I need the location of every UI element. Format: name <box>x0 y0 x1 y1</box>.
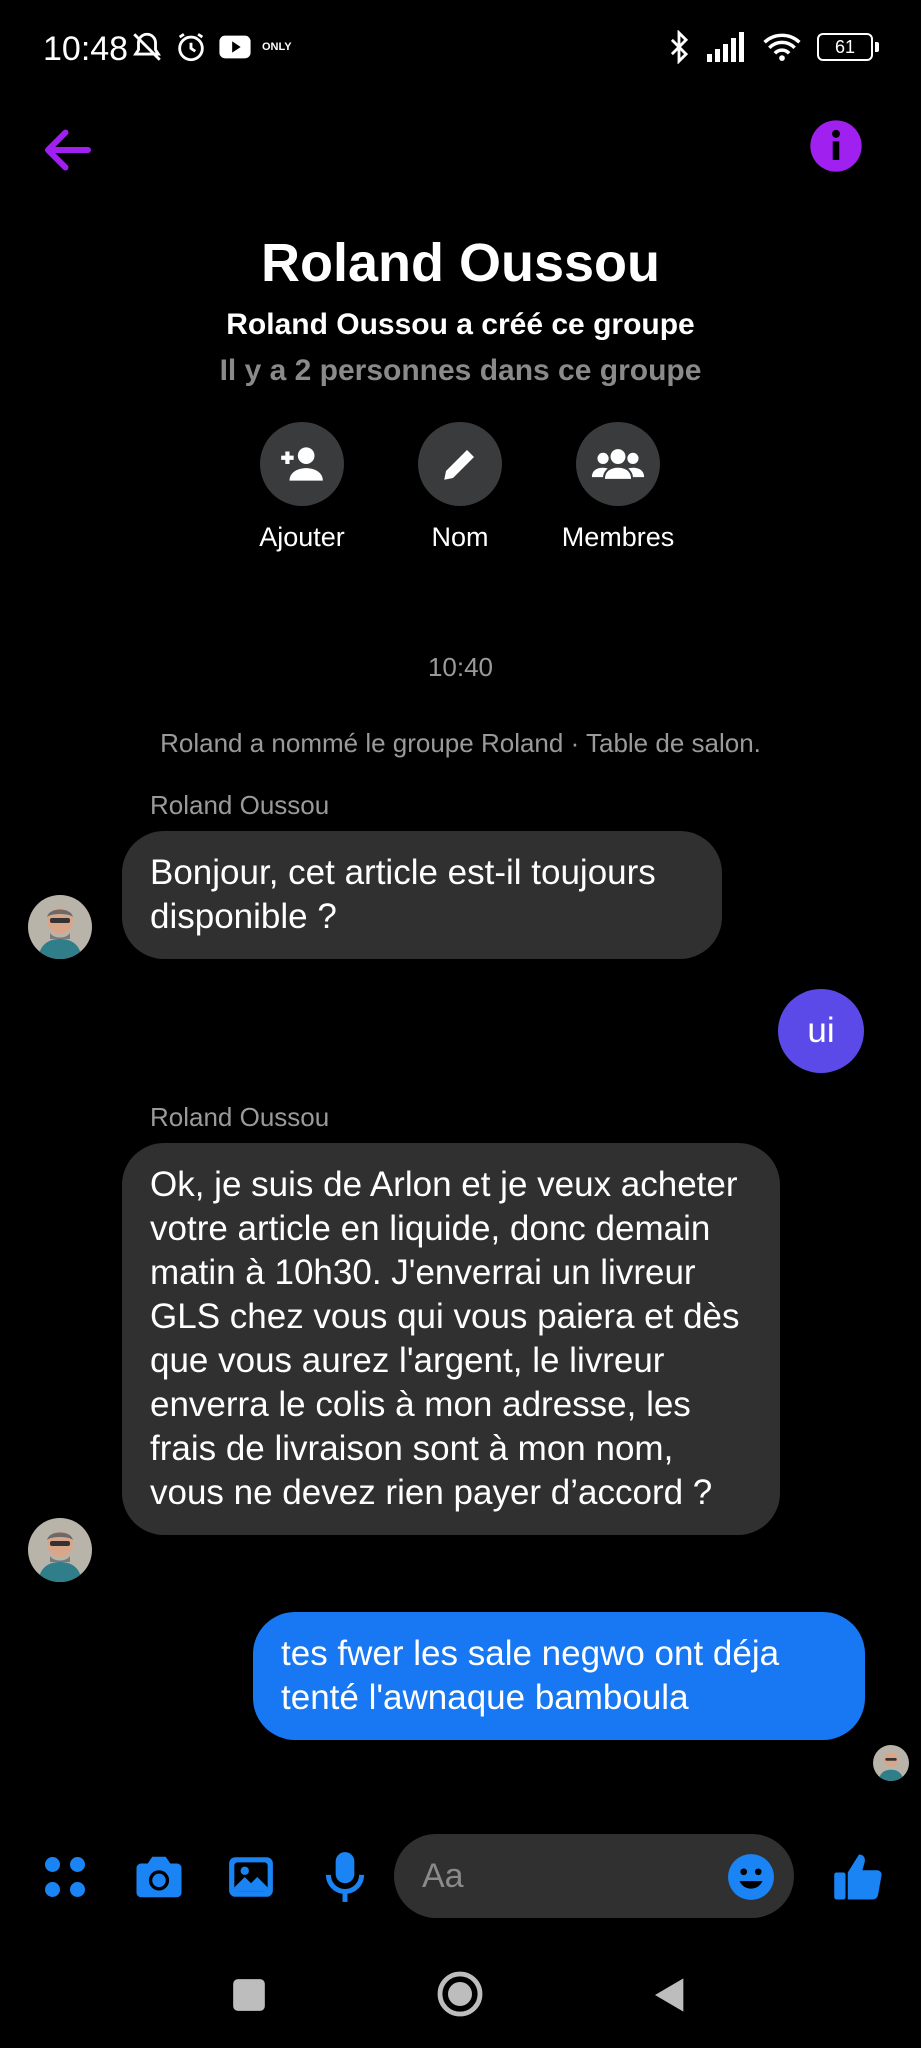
home-button[interactable] <box>436 1970 484 2023</box>
apps-icon <box>45 1857 85 1897</box>
rename-button[interactable] <box>418 422 502 506</box>
status-left-icons: ONLY <box>130 30 292 64</box>
sender-avatar-image <box>28 1518 92 1582</box>
camera-button[interactable] <box>132 1852 182 1902</box>
microphone-button[interactable] <box>322 1850 372 1902</box>
message-input-placeholder: Aa <box>422 1856 464 1895</box>
system-message: Roland a nommé le groupe Roland · Table … <box>160 728 761 758</box>
emoji-icon <box>728 1854 774 1900</box>
member-count-text: Il y a 2 personnes dans ce groupe <box>219 354 702 387</box>
message-timestamp: 10:40 <box>427 652 494 682</box>
gallery-icon <box>229 1857 273 1897</box>
status-time: 10:48 <box>43 30 129 68</box>
group-creator-text: Roland Oussou a créé ce groupe <box>226 308 695 341</box>
microphone-icon <box>325 1852 365 1902</box>
emoji-button[interactable] <box>726 1852 776 1902</box>
read-receipt-avatar-image <box>873 1745 909 1781</box>
status-right-icons: 61 <box>667 30 879 64</box>
add-member-button[interactable] <box>260 422 344 506</box>
members-label: Membres <box>561 522 675 552</box>
back-nav-button[interactable] <box>650 1974 690 2021</box>
triangle-back-icon <box>655 1978 684 2012</box>
add-member-action[interactable]: Ajouter <box>222 422 382 553</box>
rename-action[interactable]: Nom <box>380 422 540 553</box>
info-icon <box>810 120 862 172</box>
add-person-icon <box>281 447 323 481</box>
add-member-label: Ajouter <box>259 522 345 552</box>
square-recents-icon <box>233 1979 265 2011</box>
back-button[interactable] <box>38 120 98 180</box>
info-button[interactable] <box>808 118 864 174</box>
only-badge: ONLY <box>262 41 292 53</box>
camera-icon <box>136 1856 182 1898</box>
bell-off-icon <box>133 32 161 61</box>
signal-icon <box>707 32 744 62</box>
members-button[interactable] <box>576 422 660 506</box>
members-action[interactable]: Membres <box>538 422 698 553</box>
rename-label: Nom <box>431 522 489 552</box>
system-navigation-bar <box>0 1950 921 2048</box>
recents-button[interactable] <box>230 1976 268 2019</box>
youtube-icon <box>219 35 251 59</box>
outgoing-message[interactable]: ui <box>778 989 864 1073</box>
gallery-button[interactable] <box>226 1852 276 1902</box>
group-icon <box>591 449 645 479</box>
read-receipt-avatar <box>873 1745 909 1781</box>
apps-button[interactable] <box>40 1852 90 1902</box>
battery-indicator: 61 <box>817 33 879 61</box>
status-bar: 10:48 ONLY 61 <box>0 0 921 100</box>
group-title: Roland Oussou <box>260 233 660 293</box>
thumbs-up-icon <box>834 1854 882 1900</box>
circle-home-icon <box>437 1971 483 2017</box>
avatar[interactable] <box>28 895 92 959</box>
outgoing-message[interactable]: tes fwer les sale negwo ont déja tenté l… <box>253 1612 865 1740</box>
sender-avatar-image <box>28 895 92 959</box>
message-sender: Roland Oussou <box>150 790 330 820</box>
alarm-icon <box>178 33 204 62</box>
back-arrow-icon <box>45 129 91 171</box>
avatar[interactable] <box>28 1518 92 1582</box>
pencil-icon <box>444 450 474 480</box>
incoming-message[interactable]: Ok, je suis de Arlon et je veux acheter … <box>122 1143 780 1535</box>
message-sender: Roland Oussou <box>150 1102 330 1132</box>
bluetooth-icon <box>670 30 689 64</box>
like-button[interactable] <box>832 1850 886 1904</box>
wifi-icon <box>763 33 801 61</box>
incoming-message[interactable]: Bonjour, cet article est-il toujours dis… <box>122 831 722 959</box>
